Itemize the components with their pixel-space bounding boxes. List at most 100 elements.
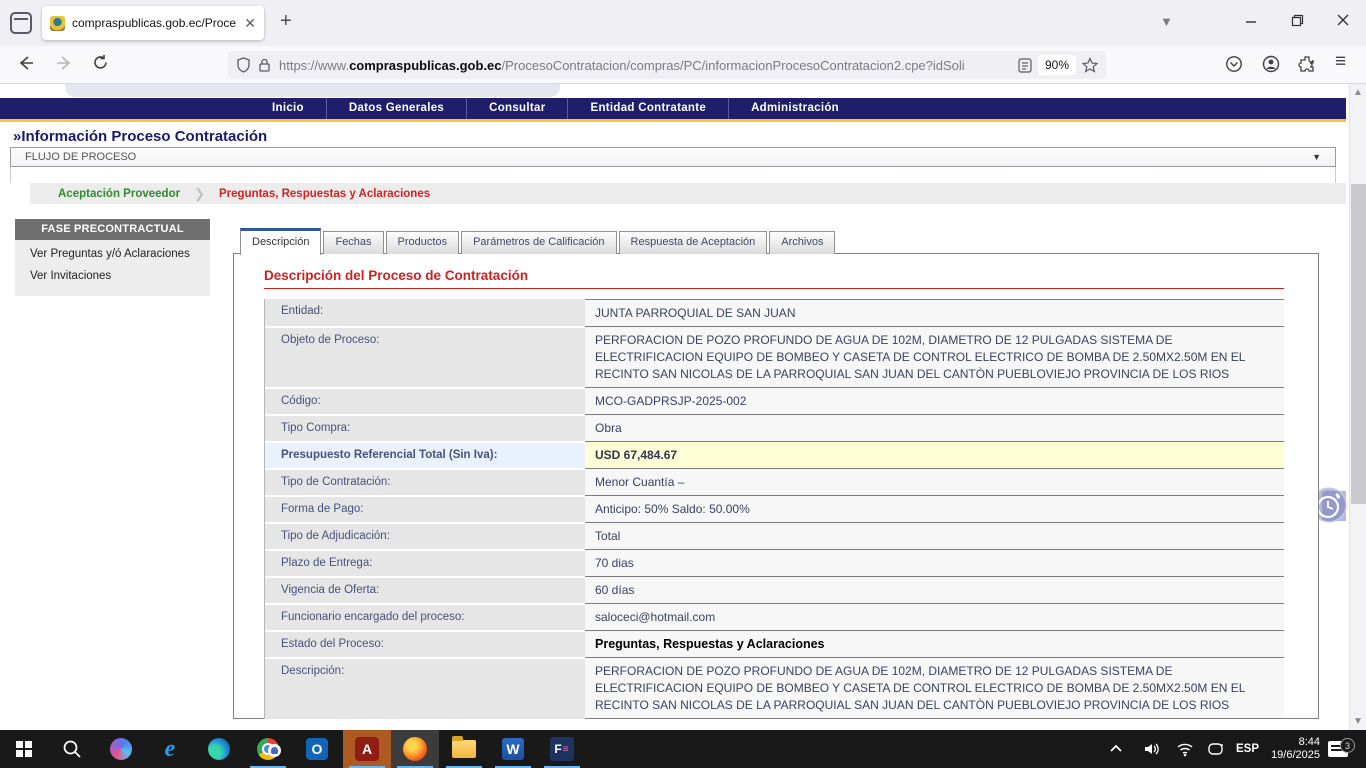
firefox-button-active[interactable] [391,730,439,768]
tray-chevron-button[interactable] [1108,730,1124,768]
list-all-tabs-icon[interactable]: ▼ [1160,14,1173,29]
folder-icon [452,740,476,758]
menu-hamburger-icon[interactable]: ≡ [1335,51,1346,73]
scroll-down-icon[interactable]: ▼ [1350,716,1366,727]
table-row: Descripción:PERFORACION DE POZO PROFUNDO… [265,657,1284,719]
table-row: Tipo Compra:Obra [265,414,1284,441]
restore-icon [1291,14,1304,27]
page-title: »Información Proceso Contratación [13,128,267,145]
breadcrumb-parent-link[interactable]: Aceptación Proveedor [58,188,180,200]
nav-administracion[interactable]: Administración [728,98,861,119]
scrolled-header-remnant [65,84,560,97]
copilot-icon [110,738,132,760]
taskbar-search-button[interactable] [48,730,96,768]
start-button[interactable] [0,730,48,768]
tab-descripcion[interactable]: Descripción [240,228,321,255]
wifi-icon [1176,741,1194,757]
internet-explorer-button[interactable]: e [146,730,194,768]
pocket-icon[interactable] [1225,55,1243,78]
fes-app-button[interactable]: F≡ [538,730,586,768]
tray-time: 8:44 [1268,736,1320,749]
breadcrumb-current: Preguntas, Respuestas y Aclaraciones [219,188,430,200]
extensions-puzzle-icon[interactable] [1298,55,1316,78]
forward-button[interactable] [56,54,74,77]
sidebar-item-ver-preguntas[interactable]: Ver Preguntas y/ó Aclaraciones [30,248,210,260]
edge-button[interactable] [195,730,243,768]
tab-fechas[interactable]: Fechas [323,231,383,254]
nav-consultar[interactable]: Consultar [466,98,567,119]
windows-logo-icon [16,741,32,757]
nav-entidad-contratante[interactable]: Entidad Contratante [567,98,728,119]
tab-productos[interactable]: Productos [386,231,460,254]
close-icon [1337,14,1349,26]
language-indicator[interactable]: ESP [1236,730,1259,768]
copilot-button[interactable] [97,730,145,768]
process-tabs: Descripción Fechas Productos Parámetros … [240,227,837,254]
table-row-estado: Estado del Proceso:Preguntas, Respuestas… [265,630,1284,657]
bookmark-star-icon[interactable] [1082,57,1098,73]
file-explorer-button[interactable] [440,730,488,768]
back-arrow-icon [16,54,34,72]
meet-now-icon [1207,741,1225,757]
browser-toolbar: https://www.compraspublicas.gob.ec/Proce… [0,46,1366,84]
reload-button[interactable] [92,54,109,76]
browser-tab-strip: compraspublicas.gob.ec/Proce ✕ + ▼ [0,0,1366,46]
table-row: Forma de Pago:Anticipo: 50% Saldo: 50.00… [265,495,1284,522]
chevron-down-icon: ▼ [1312,152,1321,162]
table-row: Funcionario encargado del proceso:saloce… [265,603,1284,630]
flow-panel-edge [10,167,1336,183]
zoom-level-button[interactable]: 90% [1038,55,1076,75]
word-button[interactable]: W [489,730,537,768]
chrome-button[interactable] [244,730,292,768]
lock-icon [258,57,271,73]
taskbar-clock[interactable]: 8:44 19/6/2025 [1268,730,1320,768]
minimize-icon [1245,14,1257,26]
tab-archivos[interactable]: Archivos [769,231,835,254]
new-tab-button[interactable]: + [280,10,292,33]
speaker-icon [1143,741,1161,757]
tab-respuesta-aceptacion[interactable]: Respuesta de Aceptación [619,231,768,254]
sidebar-item-ver-invitaciones[interactable]: Ver Invitaciones [30,270,210,282]
nav-datos-generales[interactable]: Datos Generales [326,98,466,119]
url-text: https://www.compraspublicas.gob.ec/Proce… [279,58,1018,73]
tab-close-icon[interactable]: ✕ [244,15,256,32]
outlook-button[interactable]: O [293,730,341,768]
url-bar[interactable]: https://www.compraspublicas.gob.ec/Proce… [228,51,1106,79]
tab-parametros-calificacion[interactable]: Parámetros de Calificación [461,231,616,254]
account-icon[interactable] [1262,55,1280,78]
windows-taskbar: e O A W F≡ ESP 8:44 19/6/2025 3 [0,730,1366,768]
back-button[interactable] [16,54,34,77]
fes-app-icon: F≡ [550,737,574,761]
window-minimize-button[interactable] [1228,0,1274,40]
table-row: Tipo de Contratación:Menor Cuantía – [265,468,1284,495]
table-row-presupuesto-highlight: Presupuesto Referencial Total (Sin Iva):… [265,441,1284,468]
search-icon [62,739,82,759]
window-restore-button[interactable] [1274,0,1320,40]
flujo-de-proceso-dropdown[interactable]: FLUJO DE PROCESO ▼ [10,147,1336,167]
site-nav-bar: Inicio Datos Generales Consultar Entidad… [0,98,1346,122]
sidebar: Ver Preguntas y/ó Aclaraciones Ver Invit… [15,240,210,296]
meet-now-button[interactable] [1207,730,1225,768]
volume-button[interactable] [1143,730,1161,768]
table-row: Entidad:JUNTA PARROQUIAL DE SAN JUAN [265,299,1284,326]
edge-icon [208,738,230,760]
scrollbar-thumb[interactable] [1351,184,1366,504]
firefox-icon [403,737,427,761]
vertical-scrollbar[interactable]: ▲ ▼ [1349,84,1366,730]
acrobat-button-attention[interactable]: A [343,730,391,768]
window-close-button[interactable] [1320,0,1366,40]
scroll-up-icon[interactable]: ▲ [1350,87,1366,98]
section-title: Descripción del Proceso de Contratación [264,268,1284,289]
chevron-up-icon [1108,741,1124,757]
nav-inicio[interactable]: Inicio [250,98,326,119]
word-icon: W [502,738,524,760]
breadcrumb-separator-icon: ❯ [194,186,205,202]
browser-tab[interactable]: compraspublicas.gob.ec/Proce ✕ [42,6,264,40]
firefox-view-icon[interactable] [10,12,32,34]
notification-center-button[interactable]: 3 [1328,730,1348,768]
table-row: Vigencia de Oferta:60 días [265,576,1284,603]
forward-arrow-icon [56,54,74,72]
reader-view-icon[interactable] [1018,58,1032,73]
table-row: Tipo de Adjudicación:Total [265,522,1284,549]
wifi-button[interactable] [1176,730,1194,768]
